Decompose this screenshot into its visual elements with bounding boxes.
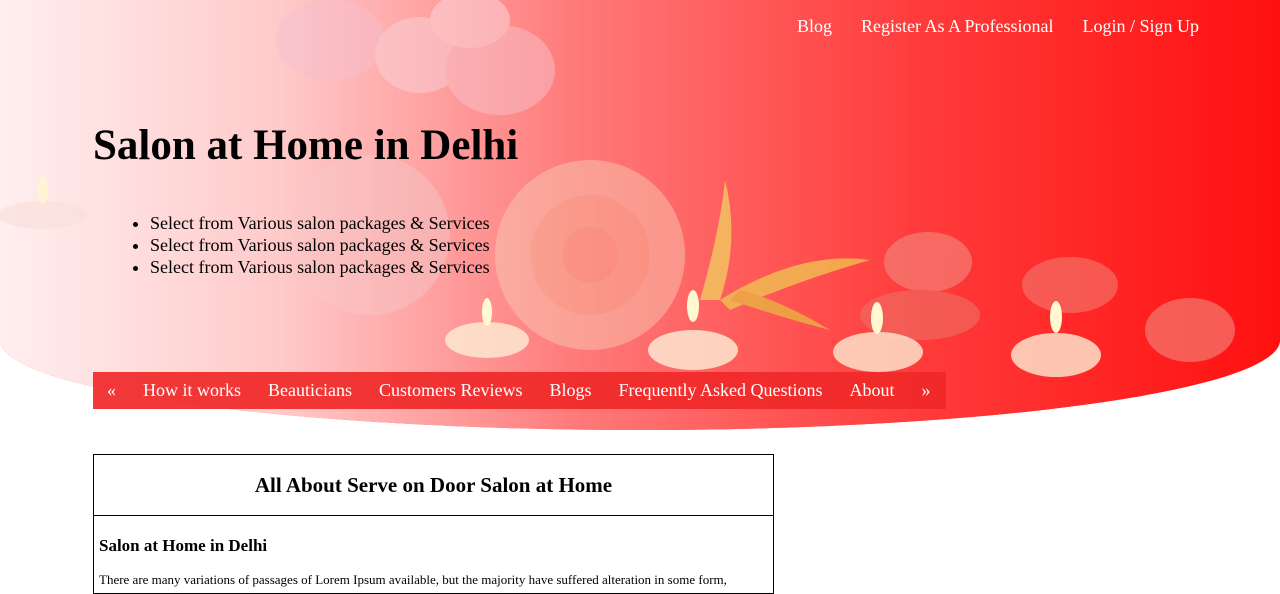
subnav-item-how-it-works[interactable]: How it works: [143, 380, 241, 401]
about-section: All About Serve on Door Salon at Home Sa…: [93, 454, 774, 594]
subnav-prev-arrow[interactable]: «: [107, 380, 116, 401]
about-subheading: Salon at Home in Delhi: [99, 536, 268, 555]
about-section-header: All About Serve on Door Salon at Home: [94, 455, 773, 516]
subnav-item-blogs[interactable]: Blogs: [549, 380, 591, 401]
subnav-item-beauticians[interactable]: Beauticians: [268, 380, 352, 401]
top-navigation: Blog Register As A Professional Login / …: [797, 16, 1199, 37]
subnav-item-about[interactable]: About: [850, 380, 895, 401]
subnav-item-customers-reviews[interactable]: Customers Reviews: [379, 380, 523, 401]
subnav-item-faq[interactable]: Frequently Asked Questions: [619, 380, 823, 401]
page-title: Salon at Home in Delhi: [93, 122, 519, 169]
hero-banner: Blog Register As A Professional Login / …: [0, 0, 1280, 430]
subnav-next-arrow[interactable]: »: [922, 380, 931, 401]
about-paragraph: There are many variations of passages of…: [99, 572, 727, 587]
feature-item: Select from Various salon packages & Ser…: [150, 256, 490, 278]
blog-link[interactable]: Blog: [797, 16, 832, 37]
register-professional-link[interactable]: Register As A Professional: [861, 16, 1054, 37]
section-navigation: « How it works Beauticians Customers Rev…: [93, 372, 946, 409]
feature-list: Select from Various salon packages & Ser…: [150, 212, 490, 278]
login-signup-link[interactable]: Login / Sign Up: [1082, 16, 1199, 37]
feature-item: Select from Various salon packages & Ser…: [150, 234, 490, 256]
feature-item: Select from Various salon packages & Ser…: [150, 212, 490, 234]
